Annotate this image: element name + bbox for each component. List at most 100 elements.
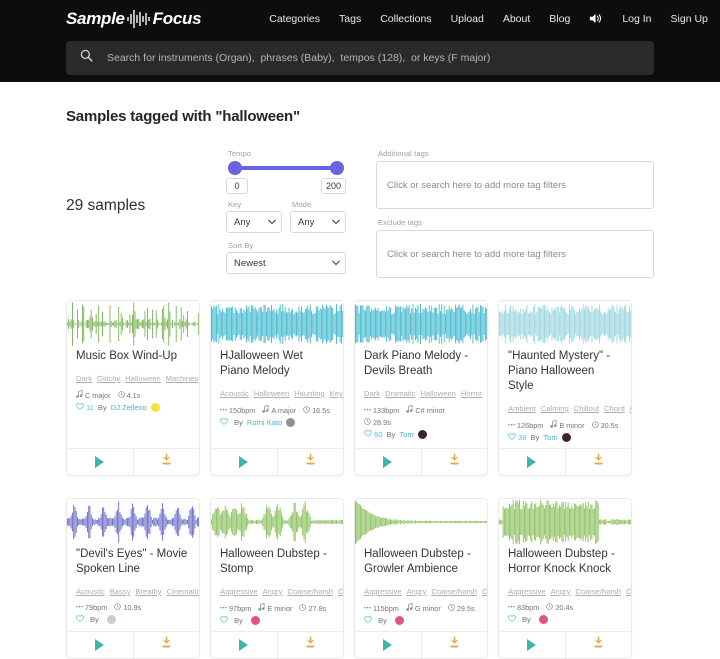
waveform-preview[interactable] xyxy=(211,499,343,545)
play-button[interactable] xyxy=(499,449,566,475)
sample-tag[interactable]: Cold xyxy=(338,587,344,596)
sample-title[interactable]: "Devil's Eyes" - Movie Spoken Line xyxy=(76,547,190,577)
avatar[interactable] xyxy=(395,616,404,625)
sample-tag[interactable]: Chord xyxy=(604,404,625,413)
like-button[interactable] xyxy=(220,616,230,625)
sample-tag[interactable]: Coarse/harsh xyxy=(575,587,621,596)
sample-card[interactable]: Music Box Wind-Up Dark Glitchy Halloween Mac… xyxy=(66,300,200,476)
author-link[interactable]: Tom xyxy=(399,430,413,439)
sample-tag[interactable]: Coarse/harsh xyxy=(287,587,333,596)
sample-title[interactable]: Halloween Dubstep - Stomp xyxy=(220,547,334,577)
author-link[interactable]: Tom xyxy=(543,433,557,442)
speaker-volume-icon[interactable] xyxy=(589,12,603,25)
sample-tag[interactable]: Acoustic xyxy=(76,587,105,596)
nav-item-about[interactable]: About xyxy=(503,13,530,25)
download-button[interactable] xyxy=(422,449,488,475)
sample-tag[interactable]: Keys xyxy=(330,389,344,398)
waveform-preview[interactable] xyxy=(355,301,487,347)
sample-tag[interactable]: Haunting xyxy=(294,389,324,398)
waveform-preview[interactable] xyxy=(67,301,199,347)
download-button[interactable] xyxy=(278,449,344,475)
waveform-preview[interactable] xyxy=(355,499,487,545)
search-input[interactable] xyxy=(105,51,640,65)
waveform-preview[interactable] xyxy=(499,301,631,347)
sample-tag[interactable]: Machines xyxy=(166,374,199,383)
sample-card[interactable]: Dark Piano Melody - Devils Breath Dark Dra… xyxy=(354,300,488,476)
sample-card[interactable]: "Devil's Eyes" - Movie Spoken Line Acoust… xyxy=(66,498,200,659)
tempo-slider-min-handle[interactable] xyxy=(228,161,242,175)
download-button[interactable] xyxy=(566,449,632,475)
sample-tag[interactable]: Angry xyxy=(551,587,571,596)
waveform-preview[interactable] xyxy=(499,499,631,545)
sample-tag[interactable]: Calming xyxy=(541,404,569,413)
play-button[interactable] xyxy=(355,632,422,658)
download-button[interactable] xyxy=(566,632,632,658)
download-button[interactable] xyxy=(134,449,200,475)
sample-tag[interactable]: Dark xyxy=(364,389,380,398)
key-select[interactable]: Any xyxy=(226,211,282,233)
avatar[interactable] xyxy=(539,615,548,624)
download-button[interactable] xyxy=(278,632,344,658)
sample-tag[interactable]: Cold xyxy=(626,587,632,596)
play-button[interactable] xyxy=(67,632,134,658)
search-bar[interactable] xyxy=(66,41,654,75)
login-link[interactable]: Log In xyxy=(622,13,651,25)
sample-tag[interactable]: Horror xyxy=(461,389,483,398)
sample-tag[interactable]: Breathy xyxy=(135,587,161,596)
download-button[interactable] xyxy=(134,632,200,658)
waveform-preview[interactable] xyxy=(211,301,343,347)
sample-title[interactable]: Halloween Dubstep - Growler Ambience xyxy=(364,547,478,577)
sample-tag[interactable]: Halloween xyxy=(125,374,160,383)
sample-title[interactable]: Dark Piano Melody - Devils Breath xyxy=(364,349,478,379)
avatar[interactable] xyxy=(151,403,160,412)
like-button[interactable]: 11 xyxy=(76,403,94,412)
like-button[interactable]: 38 xyxy=(508,433,526,442)
avatar[interactable] xyxy=(562,433,571,442)
sample-tag[interactable]: Glitchy xyxy=(97,374,120,383)
sort-select[interactable]: Newest xyxy=(226,252,346,274)
sample-title[interactable]: HJalloween Wet Piano Melody xyxy=(220,349,334,379)
avatar[interactable] xyxy=(107,615,116,624)
sample-tag[interactable]: Coarse/harsh xyxy=(431,587,477,596)
like-button[interactable] xyxy=(220,418,230,427)
sample-tag[interactable]: Cinematic xyxy=(167,587,200,596)
sample-tag[interactable]: Angry xyxy=(263,587,283,596)
tempo-max-value[interactable]: 200 xyxy=(321,178,346,194)
play-button[interactable] xyxy=(67,449,134,475)
avatar[interactable] xyxy=(418,430,427,439)
sample-tag[interactable]: Dramatic xyxy=(385,389,415,398)
sample-tag[interactable]: Ambient xyxy=(508,404,536,413)
sample-tag[interactable]: Angry xyxy=(407,587,427,596)
play-button[interactable] xyxy=(211,449,278,475)
signup-link[interactable]: Sign Up xyxy=(671,13,708,25)
like-button[interactable] xyxy=(76,615,86,624)
avatar[interactable] xyxy=(286,418,295,427)
avatar[interactable] xyxy=(251,616,260,625)
sample-tag[interactable]: Acoustic xyxy=(220,389,249,398)
play-button[interactable] xyxy=(211,632,278,658)
nav-item-blog[interactable]: Blog xyxy=(549,13,570,25)
sample-card[interactable]: HJalloween Wet Piano Melody Acoustic Hallo… xyxy=(210,300,344,476)
mode-select[interactable]: Any xyxy=(290,211,346,233)
tempo-slider[interactable] xyxy=(228,160,344,176)
sample-title[interactable]: "Haunted Mystery" - Piano Halloween Styl… xyxy=(508,349,622,394)
sample-tag[interactable]: Halloween xyxy=(420,389,455,398)
sample-title[interactable]: Halloween Dubstep - Horror Knock Knock xyxy=(508,547,622,577)
waveform-preview[interactable] xyxy=(67,499,199,545)
like-button[interactable] xyxy=(508,615,518,624)
additional-tags-input[interactable]: Click or search here to add more tag fil… xyxy=(376,161,654,209)
sample-tag[interactable]: Halloween xyxy=(254,389,289,398)
sample-tag[interactable]: Dark xyxy=(76,374,92,383)
sample-tag[interactable]: Aggressive xyxy=(364,587,402,596)
sample-title[interactable]: Music Box Wind-Up xyxy=(76,349,190,364)
nav-item-collections[interactable]: Collections xyxy=(380,13,431,25)
exclude-tags-input[interactable]: Click or search here to add more tag fil… xyxy=(376,230,654,278)
sample-card[interactable]: Halloween Dubstep - StompAggressiveAngry… xyxy=(210,498,344,659)
download-button[interactable] xyxy=(422,632,488,658)
sample-tag[interactable]: Aggressive xyxy=(508,587,546,596)
like-button[interactable]: 60 xyxy=(364,430,382,439)
sample-tag[interactable]: Classical xyxy=(630,404,632,413)
sample-card[interactable]: Halloween Dubstep - Horror Knock Knock Ag… xyxy=(498,498,632,659)
author-link[interactable]: Rumi Kato xyxy=(247,418,282,427)
sample-tag[interactable]: Keys xyxy=(487,389,488,398)
